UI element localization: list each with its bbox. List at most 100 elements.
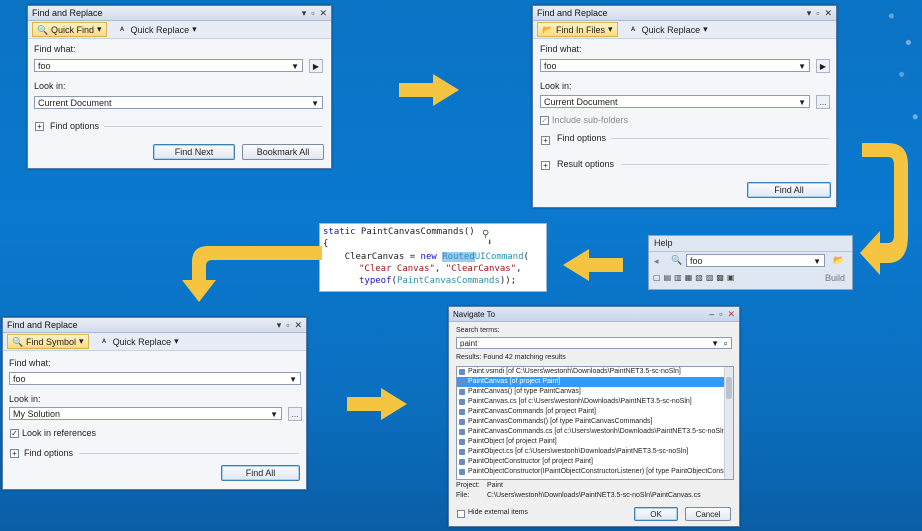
build-label[interactable]: Build — [825, 273, 845, 283]
pin-dropdown-icon[interactable]: ▾ — [807, 8, 812, 19]
toolbar-icon[interactable]: ▢ — [653, 273, 661, 282]
minimize-icon[interactable]: – — [709, 309, 714, 319]
quick-replace-button[interactable]: ᴬ Quick Replace ▾ — [113, 23, 201, 36]
close-icon[interactable]: ✕ — [319, 8, 327, 19]
find-all-button[interactable]: Find All — [221, 465, 300, 481]
window-title: Find and Replace — [537, 8, 608, 18]
mode-label: Find In Files — [556, 24, 606, 35]
chevron-down-icon[interactable]: ▼ — [711, 338, 719, 350]
results-list[interactable]: Paint.vsmdi [of C:\Users\westonh\Downloa… — [456, 366, 734, 480]
chevron-down-icon: ▼ — [798, 98, 806, 107]
close-icon[interactable]: ✕ — [294, 320, 302, 331]
expression-builder-button[interactable]: ▶ — [309, 59, 323, 73]
maximize-icon[interactable]: ▫ — [286, 320, 289, 330]
navigate-to-dialog: Navigate To – ▫ ✕ Search terms: paint ▼ ⌕ … — [448, 306, 740, 527]
keyword: static — [323, 227, 356, 237]
find-options-label[interactable]: Find options — [24, 448, 73, 458]
result-options-label[interactable]: Result options — [557, 159, 614, 169]
find-what-input[interactable]: foo ▼ — [34, 59, 303, 72]
code-text: PaintCanvasCommands() — [355, 227, 475, 237]
title-bar: Find and Replace ▾ ▫ ✕ — [3, 318, 306, 333]
find-in-files-window: Find and Replace ▾ ▫ ✕ 📂 Find In Files ▾ ᴬ… — [532, 5, 837, 208]
flow-arrow-curve-down-icon — [182, 246, 322, 302]
field-value: foo — [38, 61, 51, 71]
look-in-references-checkbox[interactable]: ✓ — [10, 429, 19, 438]
result-item-selected[interactable]: PaintCanvas [of project Paint] — [457, 377, 733, 387]
result-item[interactable]: PaintObject.cs [of c:\Users\westonh\Down… — [457, 447, 733, 457]
maximize-icon[interactable]: ▫ — [311, 8, 314, 18]
toolbar-icon[interactable]: ▤ — [664, 273, 672, 282]
toolbar-icon[interactable]: ▥ — [674, 273, 682, 282]
find-next-button[interactable]: Find Next — [153, 144, 235, 160]
replace-icon: ᴬ — [120, 24, 125, 35]
result-item[interactable]: PaintObjectConstructor [of project Paint… — [457, 457, 733, 467]
result-item[interactable]: Paint.vsmdi [of C:\Users\westonh\Downloa… — [457, 367, 733, 377]
keyword: new — [420, 252, 437, 262]
find-options-label[interactable]: Find options — [50, 121, 99, 131]
mode-label: Quick Find — [51, 24, 95, 35]
toolbar-icon[interactable]: ▩ — [716, 273, 724, 282]
chevron-down-icon[interactable]: ▼ — [813, 255, 821, 268]
scroll-thumb[interactable] — [726, 377, 732, 399]
find-in-files-button[interactable]: 📂 Find In Files ▾ — [537, 22, 618, 37]
result-item[interactable]: PaintCanvasCommands.cs [of c:\Users\west… — [457, 427, 733, 437]
cancel-button[interactable]: Cancel — [685, 507, 731, 521]
pin-dropdown-icon[interactable]: ▾ — [277, 320, 282, 331]
toolbar-icon[interactable]: ▧ — [695, 273, 703, 282]
maximize-icon[interactable]: ▫ — [816, 8, 819, 18]
find-combo-input[interactable]: foo ▼ — [686, 254, 825, 267]
look-in-select[interactable]: Current Document ▼ — [34, 96, 323, 109]
include-subfolders-checkbox[interactable]: ✓ — [540, 116, 549, 125]
toolbar-icon[interactable]: ▣ — [727, 273, 735, 282]
vertical-scrollbar[interactable] — [724, 367, 733, 479]
chevron-down-icon: ▾ — [97, 24, 102, 34]
find-in-files-icon[interactable]: 📂 — [833, 255, 844, 266]
chevron-down-icon[interactable]: ▼ — [291, 60, 299, 73]
result-item[interactable]: PaintCanvas.cs [of c:\Users\westonh\Down… — [457, 397, 733, 407]
expand-options-icon[interactable]: + — [10, 449, 19, 458]
browse-button[interactable]: ... — [816, 95, 830, 109]
quick-replace-button[interactable]: ᴬ Quick Replace ▾ — [624, 23, 712, 36]
find-symbol-button[interactable]: 🔍 Find Symbol ▾ — [7, 334, 89, 349]
expand-results-icon[interactable]: + — [541, 161, 550, 170]
toolbar-icon[interactable]: ▨ — [706, 273, 714, 282]
result-item[interactable]: PaintObjectConstructor(IPaintObjectConst… — [457, 467, 733, 477]
expand-options-icon[interactable]: + — [541, 136, 550, 145]
chevron-down-icon[interactable]: ▼ — [289, 373, 297, 386]
include-subfolders-label: Include sub-folders — [552, 115, 629, 125]
quick-find-button[interactable]: 🔍 Quick Find ▾ — [32, 22, 107, 37]
help-menu[interactable]: Help — [654, 238, 673, 248]
close-icon[interactable]: ✕ — [824, 8, 832, 19]
back-icon[interactable]: ◂ — [654, 256, 659, 267]
chevron-down-icon[interactable]: ▼ — [798, 60, 806, 73]
mode-label: Quick Replace — [130, 24, 190, 35]
close-icon[interactable]: ✕ — [727, 309, 735, 320]
look-in-select[interactable]: My Solution ▼ — [9, 407, 282, 420]
find-icon[interactable]: 🔍 — [671, 255, 682, 266]
toolbar-icon[interactable]: ▦ — [685, 273, 693, 282]
maximize-icon[interactable]: ▫ — [719, 309, 722, 319]
find-what-input[interactable]: foo ▼ — [9, 372, 301, 385]
code-editor-snippet: static PaintCanvasCommands() { ClearCanv… — [319, 223, 547, 292]
search-terms-input[interactable]: paint ▼ ⌕ — [456, 337, 732, 349]
hide-external-checkbox[interactable] — [457, 510, 465, 518]
result-item[interactable]: PaintObject [of project Paint] — [457, 437, 733, 447]
expand-options-icon[interactable]: + — [35, 122, 44, 131]
search-icon[interactable]: ⌕ — [724, 338, 728, 350]
quick-find-window: Find and Replace ▾ ▫ ✕ 🔍 Quick Find ▾ ᴬ Qui… — [27, 5, 332, 169]
folder-search-icon: 📂 — [542, 24, 554, 35]
quick-replace-button[interactable]: ᴬ Quick Replace ▾ — [95, 335, 183, 348]
find-all-button[interactable]: Find All — [747, 182, 831, 198]
arrow-down-icon: ⬇ — [487, 238, 493, 248]
expression-builder-button[interactable]: ▶ — [816, 59, 830, 73]
browse-button[interactable]: ... — [288, 407, 302, 421]
look-in-select[interactable]: Current Document ▼ — [540, 95, 810, 108]
result-item[interactable]: PaintCanvas() [of type PaintCanvas] — [457, 387, 733, 397]
find-options-label[interactable]: Find options — [557, 133, 606, 143]
ok-button[interactable]: OK — [634, 507, 678, 521]
result-item[interactable]: PaintCanvasCommands [of project Paint] — [457, 407, 733, 417]
pin-dropdown-icon[interactable]: ▾ — [302, 8, 307, 19]
find-what-input[interactable]: foo ▼ — [540, 59, 810, 72]
result-item[interactable]: PaintCanvasCommands() [of type PaintCanv… — [457, 417, 733, 427]
bookmark-all-button[interactable]: Bookmark All — [242, 144, 324, 160]
